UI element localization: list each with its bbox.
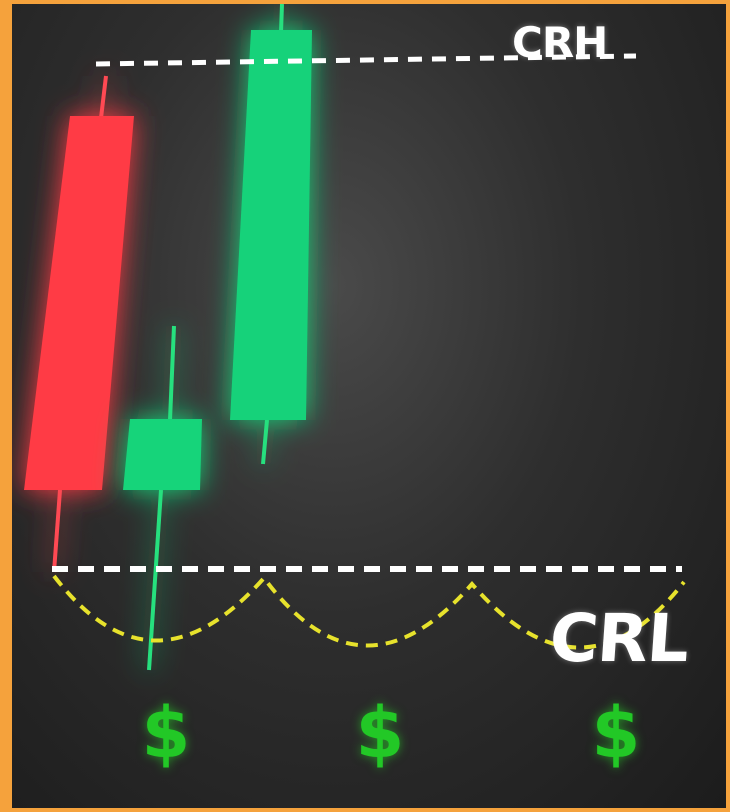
crl-label: CRL (547, 600, 692, 677)
candle-2-body (123, 419, 202, 490)
candle-bearish (24, 75, 134, 573)
dollar-icon: $ (591, 692, 641, 774)
candlestick-scene (24, 4, 686, 671)
candle-bullish-tall (230, 4, 312, 465)
candle-3-body (230, 30, 312, 420)
crh-label: CRH (512, 18, 608, 67)
candle-2-wick-bottom (147, 489, 163, 671)
candle-bullish-small (123, 325, 202, 671)
candle-2-wick-top (168, 325, 176, 421)
candle-3-wick-top (279, 4, 284, 33)
candle-1-wick-bottom (52, 489, 62, 573)
dollar-icon: $ (141, 692, 191, 774)
candle-1-wick-top (99, 75, 108, 119)
candle-1-body (24, 116, 134, 490)
chart-frame: CRH CRL $ $ $ (12, 4, 726, 808)
candle-3-wick-bottom (261, 419, 269, 465)
dollar-icon: $ (355, 692, 405, 774)
